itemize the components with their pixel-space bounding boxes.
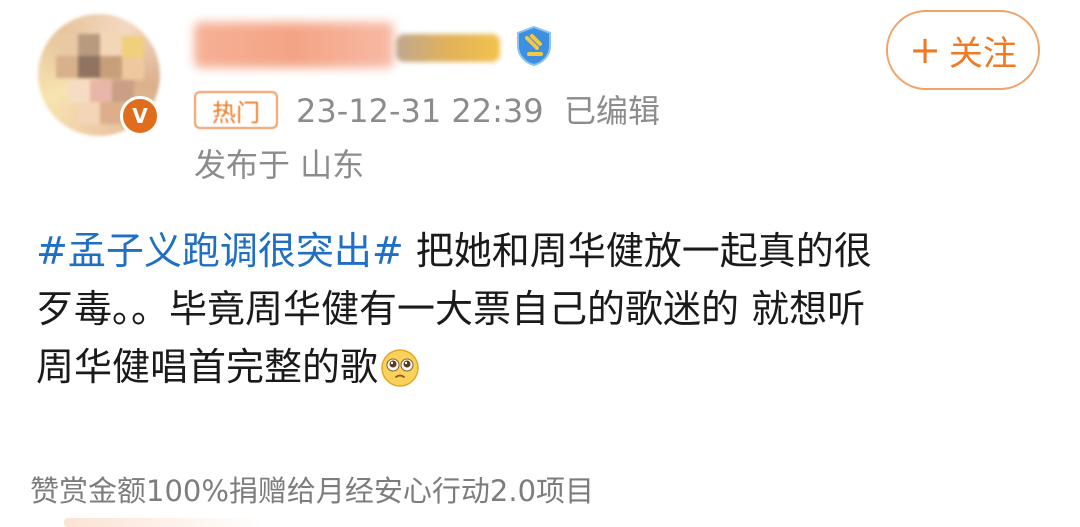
- username-redacted[interactable]: [194, 22, 394, 68]
- hashtag-link[interactable]: #孟子义跑调很突出#: [36, 229, 404, 273]
- post-meta-time: 23-12-31 22:39 已编辑: [296, 86, 660, 132]
- follow-label: 关注: [948, 33, 1017, 74]
- post-location: 发布于 山东: [194, 146, 365, 184]
- post-text-line1: 把她和周华健放一起真的很: [403, 229, 872, 273]
- post-text-line3: 周华健唱首完整的歌: [36, 345, 379, 389]
- verified-v-badge: V: [120, 96, 160, 136]
- donation-note: 赞赏金额100%捐赠给月经安心行动2.0项目: [30, 474, 595, 508]
- timestamp: 23-12-31 22:39: [296, 92, 544, 130]
- hot-tag: 热门: [194, 91, 278, 129]
- weibo-post: V + 关注 热门 23-12-31 22:39 已编辑 发布于 山东 #孟子义…: [0, 0, 1080, 527]
- follow-button[interactable]: + 关注: [886, 10, 1040, 90]
- edited-label: 已编辑: [563, 92, 660, 130]
- post-text-line2: 歹毒。。毕竟周华健有一大票自己的歌迷的 就想听: [36, 287, 866, 331]
- plus-icon: +: [909, 28, 941, 72]
- pleading-face-icon: [381, 349, 419, 387]
- post-content: #孟子义跑调很突出# 把她和周华健放一起真的很 歹毒。。毕竟周华健有一大票自己的…: [36, 222, 1046, 396]
- member-level-badge: [396, 34, 500, 62]
- bottom-decoration: [64, 518, 264, 527]
- shield-verified-icon: [517, 25, 551, 67]
